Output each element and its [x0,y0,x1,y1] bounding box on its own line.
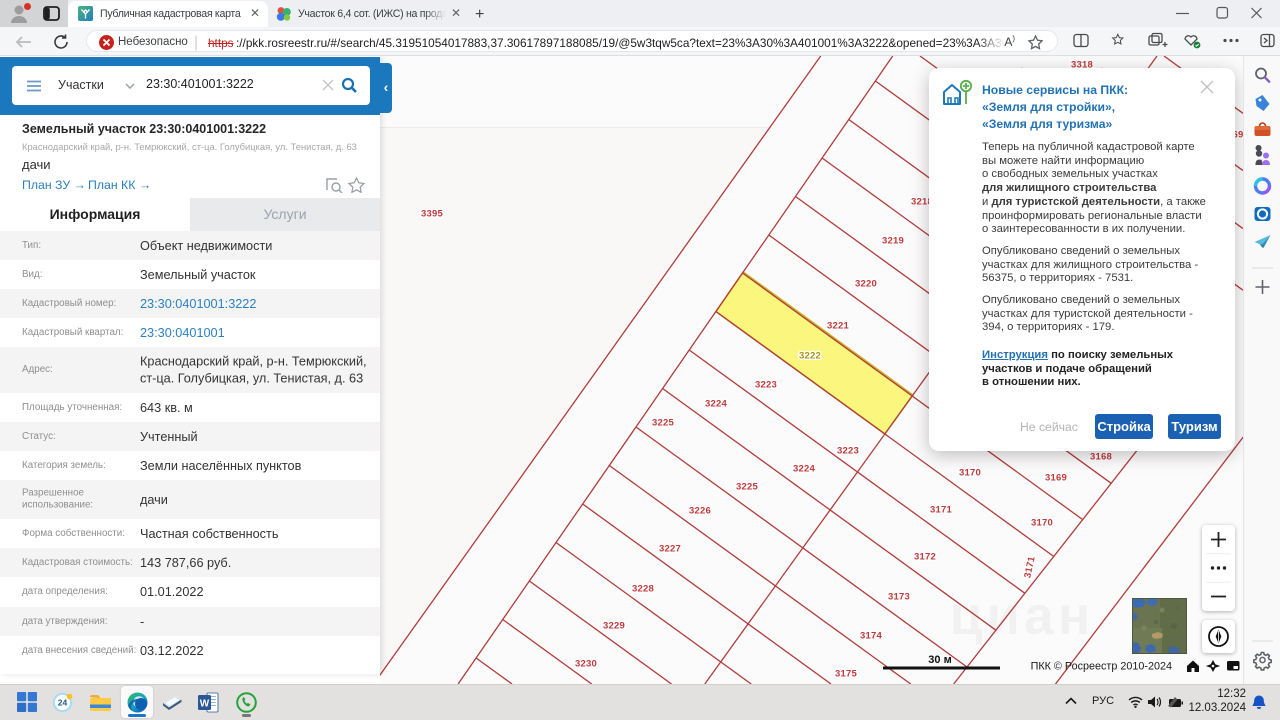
svg-text:3219: 3219 [882,236,904,247]
svg-text:3230: 3230 [575,659,597,670]
svg-text:3222: 3222 [799,351,821,362]
svg-text:3224: 3224 [705,399,727,410]
svg-text:циан: циан [949,586,1094,646]
svg-text:3227: 3227 [659,544,681,555]
svg-text:3226: 3226 [689,506,711,517]
svg-text:3173: 3173 [888,592,910,603]
svg-text:3220: 3220 [855,279,877,290]
svg-text:3168: 3168 [1090,452,1112,463]
svg-text:W: W [200,699,210,710]
svg-text:3171: 3171 [930,505,952,516]
svg-text:3175: 3175 [835,669,857,680]
svg-text:3223: 3223 [755,380,777,391]
svg-text:3221: 3221 [827,321,849,332]
svg-text:3223: 3223 [837,446,859,457]
svg-text:3172: 3172 [914,552,936,563]
svg-text:3169: 3169 [1045,473,1067,484]
svg-text:3229: 3229 [603,621,625,632]
svg-text:3225: 3225 [652,418,674,429]
svg-text:24: 24 [58,698,68,708]
svg-text:3224: 3224 [793,464,815,475]
svg-text:3228: 3228 [632,584,654,595]
svg-text:3174: 3174 [860,631,882,642]
svg-text:ПКК © Росреестр 2010-2024: ПКК © Росреестр 2010-2024 [1031,661,1172,673]
svg-text:3395: 3395 [421,209,443,220]
svg-text:3225: 3225 [736,482,758,493]
svg-text:30 м: 30 м [928,654,951,666]
svg-text:3170: 3170 [1031,518,1053,529]
svg-text:3170: 3170 [959,468,981,479]
